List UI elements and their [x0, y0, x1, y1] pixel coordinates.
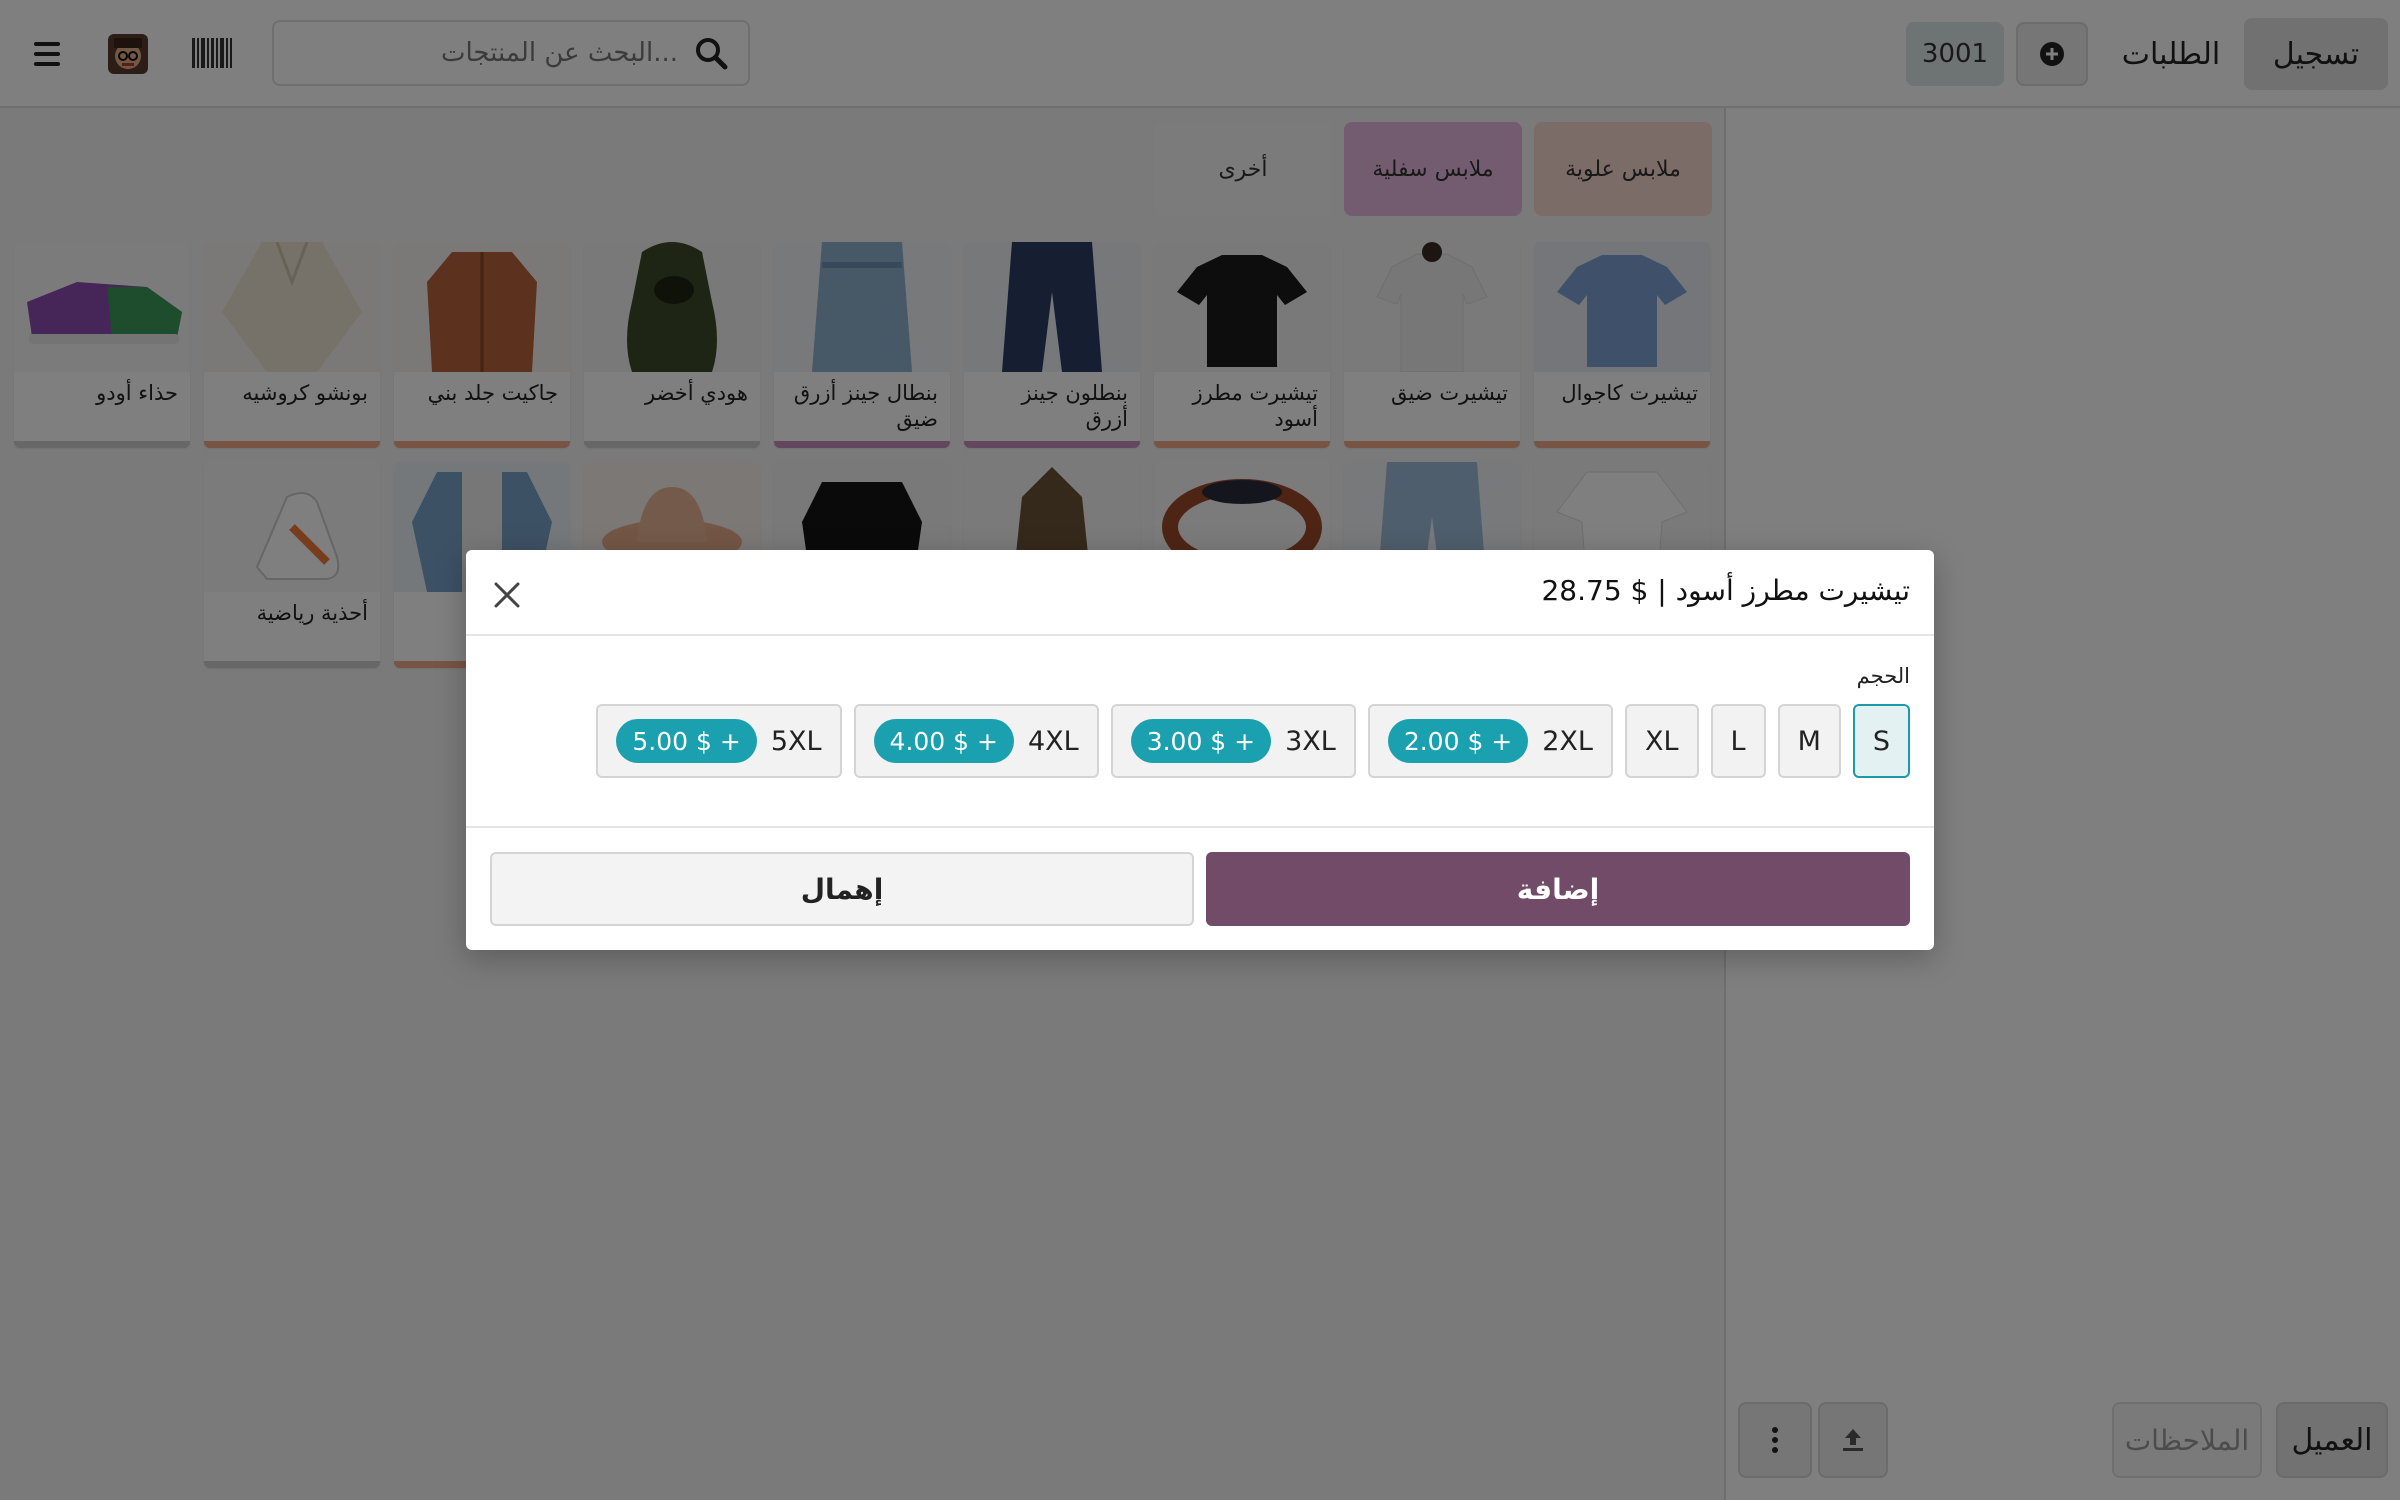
size-option[interactable]: L: [1710, 704, 1766, 778]
size-option[interactable]: 5XL + $ 5.00: [596, 704, 842, 778]
size-label: 2XL: [1542, 725, 1593, 757]
attribute-label: الحجم: [1856, 664, 1910, 688]
close-icon[interactable]: [490, 578, 524, 612]
price-extra-badge: + $ 4.00: [873, 719, 1014, 763]
size-label: M: [1797, 725, 1821, 757]
size-label: 4XL: [1027, 725, 1079, 757]
product-options-dialog: تيشيرت مطرز أسود | $ 28.75 الحجم S M L XL 2X…: [466, 550, 1934, 950]
size-option[interactable]: 3XL + $ 3.00: [1110, 704, 1356, 778]
dialog-title: تيشيرت مطرز أسود | $ 28.75: [1541, 574, 1910, 607]
size-label: L: [1730, 725, 1746, 757]
divider: [466, 826, 1934, 828]
add-button[interactable]: إضافة: [1206, 852, 1910, 926]
size-option[interactable]: 2XL + $ 2.00: [1367, 704, 1613, 778]
size-option[interactable]: XL: [1624, 704, 1699, 778]
size-label: S: [1872, 725, 1890, 757]
size-option[interactable]: 4XL + $ 4.00: [853, 704, 1099, 778]
discard-button[interactable]: إهمال: [490, 852, 1194, 926]
size-label: 5XL: [770, 725, 822, 757]
price-extra-badge: + $ 2.00: [1387, 719, 1529, 763]
size-label: XL: [1644, 725, 1679, 757]
size-options: S M L XL 2XL + $ 2.00 3XL + $ 3.00 4XL + $ 4.00 5X…: [596, 704, 1910, 778]
price-extra-badge: + $ 5.00: [616, 719, 757, 763]
size-option[interactable]: S: [1852, 704, 1910, 778]
divider: [466, 634, 1934, 636]
size-option[interactable]: M: [1777, 704, 1841, 778]
size-label: 3XL: [1285, 725, 1336, 757]
price-extra-badge: + $ 3.00: [1130, 719, 1272, 763]
